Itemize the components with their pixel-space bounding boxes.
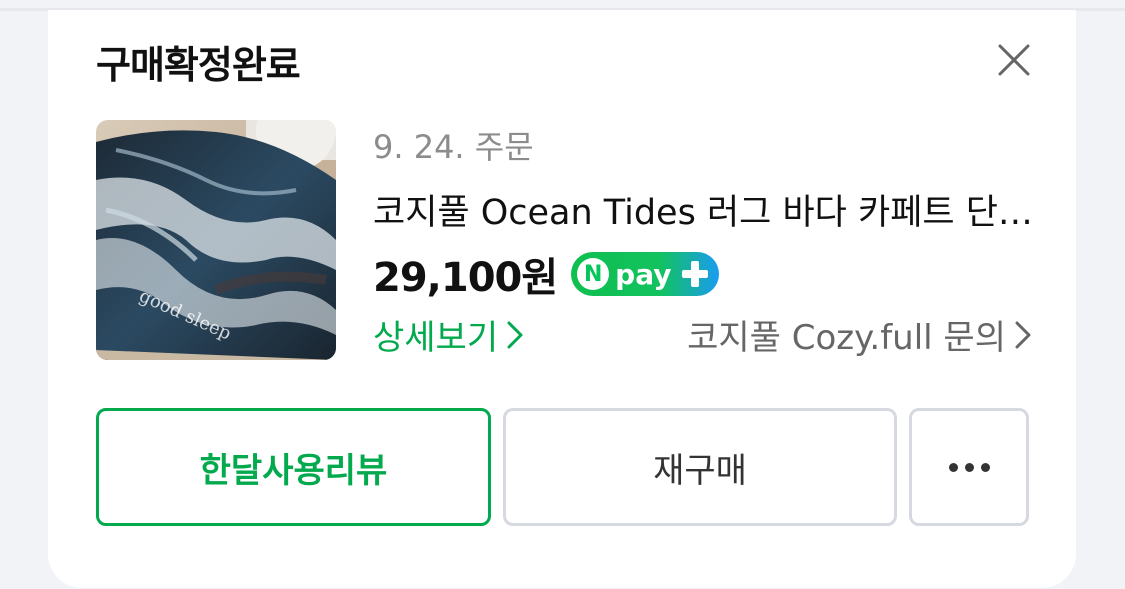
product-price: 29,100원 — [373, 255, 558, 301]
monthly-review-button[interactable]: 한달사용리뷰 — [96, 408, 491, 526]
more-dots-icon — [980, 462, 990, 472]
more-dots-icon — [964, 462, 974, 472]
product-thumbnail[interactable]: good sleep — [96, 120, 336, 360]
chevron-right-icon — [507, 321, 523, 348]
more-options-button[interactable] — [909, 408, 1029, 526]
seller-inquiry-label: 코지풀 Cozy.full 문의 — [687, 318, 1006, 358]
view-details-link[interactable]: 상세보기 — [373, 310, 524, 359]
price-row: 29,100원 N pay — [373, 246, 720, 302]
view-details-label: 상세보기 — [373, 318, 499, 358]
purchase-confirmed-card: 구매확정완료 good sleep 9. 24. 주문 코지풀 Ocean Ti… — [48, 10, 1076, 588]
more-dots-icon — [948, 462, 958, 472]
npay-plus-badge: N pay — [571, 252, 720, 296]
order-date: 9. 24. 주문 — [373, 128, 534, 166]
card-title: 구매확정완료 — [96, 43, 301, 87]
seller-inquiry-link[interactable]: 코지풀 Cozy.full 문의 — [687, 310, 1032, 359]
rebuy-label: 재구매 — [653, 450, 747, 491]
npay-label: pay — [615, 257, 672, 291]
close-icon — [998, 44, 1030, 76]
monthly-review-label: 한달사용리뷰 — [199, 450, 388, 491]
npay-n-icon: N — [577, 258, 610, 290]
plus-icon — [679, 258, 711, 290]
close-button[interactable] — [996, 42, 1032, 78]
product-name[interactable]: 코지풀 Ocean Tides 러그 바다 카페트 단모 소형 — [373, 184, 1033, 235]
chevron-right-icon — [1015, 321, 1031, 348]
rebuy-button[interactable]: 재구매 — [503, 408, 897, 526]
